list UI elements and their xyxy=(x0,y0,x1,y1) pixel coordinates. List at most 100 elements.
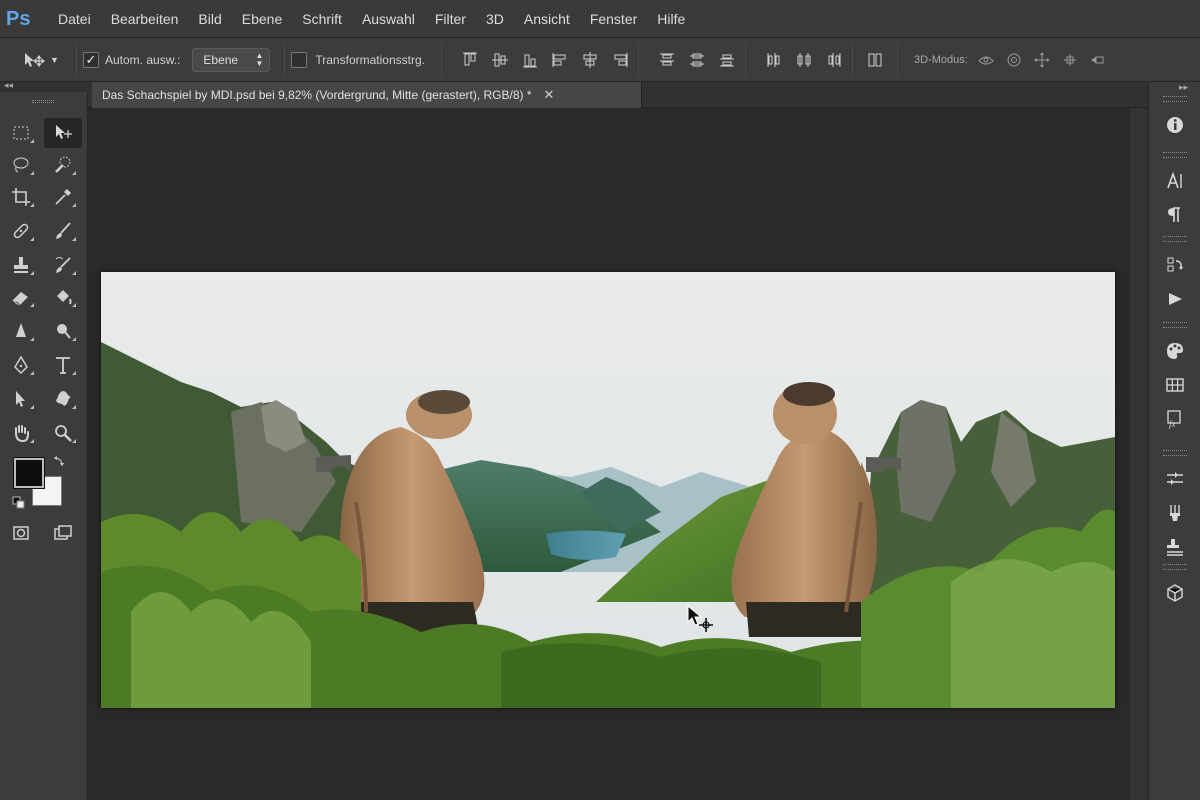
3d-scale-icon[interactable] xyxy=(1086,48,1110,72)
menu-schrift[interactable]: Schrift xyxy=(292,0,352,38)
panel-grip[interactable] xyxy=(1163,96,1187,102)
document-tab[interactable]: Das Schachspiel by MDI.psd bei 9,82% (Vo… xyxy=(92,82,642,108)
align-vcenter-icon[interactable] xyxy=(488,48,512,72)
menu-3d[interactable]: 3D xyxy=(476,0,514,38)
tool-preset-picker[interactable]: ▼ xyxy=(22,51,70,69)
styles-fx-icon[interactable]: fx xyxy=(1155,402,1195,436)
zoom-tool-icon[interactable] xyxy=(44,418,82,448)
clone-source-icon[interactable] xyxy=(1155,530,1195,564)
tools-panel xyxy=(0,92,88,800)
paragraph-icon[interactable] xyxy=(1155,198,1195,232)
align-bottom-icon[interactable] xyxy=(518,48,542,72)
svg-text:fx: fx xyxy=(1169,419,1176,429)
distribute-horizontal-buttons xyxy=(762,48,846,72)
align-right-icon[interactable] xyxy=(608,48,632,72)
panel-grip[interactable] xyxy=(1163,152,1187,158)
menu-auswahl[interactable]: Auswahl xyxy=(352,0,425,38)
swatches-grid-icon[interactable] xyxy=(1155,368,1195,402)
character-icon[interactable] xyxy=(1155,164,1195,198)
auto-select-value: Ebene xyxy=(203,52,239,67)
swap-colors-icon[interactable] xyxy=(52,454,66,468)
quick-selection-tool-icon[interactable] xyxy=(44,150,82,180)
actions-play-icon[interactable] xyxy=(1155,282,1195,316)
document-canvas[interactable] xyxy=(101,272,1115,708)
menu-bearbeiten[interactable]: Bearbeiten xyxy=(101,0,189,38)
color-palette-icon[interactable] xyxy=(1155,334,1195,368)
healing-brush-tool-icon[interactable] xyxy=(2,216,40,246)
panel-grip[interactable] xyxy=(1163,564,1187,570)
close-icon[interactable]: ✕ xyxy=(544,87,555,103)
menu-ansicht[interactable]: Ansicht xyxy=(514,0,580,38)
3d-pan-icon[interactable] xyxy=(1030,48,1054,72)
dropdown-arrow-icon: ▼ xyxy=(50,54,59,65)
3d-cube-icon[interactable] xyxy=(1155,576,1195,610)
right-panel-dock: ▸▸ fx xyxy=(1148,82,1200,800)
panel-group-info xyxy=(1155,92,1195,142)
3d-rotate-icon[interactable] xyxy=(974,48,998,72)
auto-align-icon[interactable] xyxy=(863,48,887,72)
align-top-icon[interactable] xyxy=(458,48,482,72)
custom-shape-tool-icon[interactable] xyxy=(44,384,82,414)
lasso-tool-icon[interactable] xyxy=(2,150,40,180)
menu-datei[interactable]: Datei xyxy=(48,0,101,38)
options-bar: ▼ ✓ Autom. ausw.: Ebene ▲ ▼ Transformatio… xyxy=(0,38,1200,82)
history-brush-tool-icon[interactable] xyxy=(44,250,82,280)
toolbar-grip[interactable] xyxy=(32,100,54,103)
distribute-buttons xyxy=(655,48,739,72)
crop-tool-icon[interactable] xyxy=(2,182,40,212)
photoshop-logo: Ps xyxy=(6,7,31,30)
panel-grip[interactable] xyxy=(1163,236,1187,242)
align-hcenter-icon[interactable] xyxy=(578,48,602,72)
adjustments-sliders-icon[interactable] xyxy=(1155,462,1195,496)
separator xyxy=(896,44,898,75)
history-icon[interactable] xyxy=(1155,248,1195,282)
menu-fenster[interactable]: Fenster xyxy=(580,0,647,38)
screen-mode-icon[interactable] xyxy=(44,518,82,548)
quick-mask-icon[interactable] xyxy=(2,518,40,548)
rect-marquee-tool-icon[interactable] xyxy=(2,118,40,148)
panel-grip[interactable] xyxy=(1163,450,1187,456)
menu-filter[interactable]: Filter xyxy=(425,0,476,38)
3d-slide-icon[interactable] xyxy=(1058,48,1082,72)
separator xyxy=(851,44,853,75)
brushes-icon[interactable] xyxy=(1155,496,1195,530)
foreground-color-swatch[interactable] xyxy=(13,457,45,489)
type-tool-icon[interactable] xyxy=(44,350,82,380)
distribute-bottom-icon[interactable] xyxy=(715,48,739,72)
hand-tool-icon[interactable] xyxy=(2,418,40,448)
3d-roll-icon[interactable] xyxy=(1002,48,1026,72)
distribute-right-icon[interactable] xyxy=(822,48,846,72)
brush-tool-icon[interactable] xyxy=(44,216,82,246)
eyedropper-tool-icon[interactable] xyxy=(44,182,82,212)
menu-ebene[interactable]: Ebene xyxy=(232,0,292,38)
distribute-left-icon[interactable] xyxy=(762,48,786,72)
menu-bild[interactable]: Bild xyxy=(188,0,231,38)
dodge-tool-icon[interactable] xyxy=(44,316,82,346)
auto-select-dropdown[interactable]: Ebene ▲ ▼ xyxy=(192,47,271,72)
distribute-top-icon[interactable] xyxy=(655,48,679,72)
align-left-icon[interactable] xyxy=(548,48,572,72)
auto-select-label: Autom. ausw.: xyxy=(105,52,181,67)
panel-grip[interactable] xyxy=(1163,322,1187,328)
eraser-tool-icon[interactable] xyxy=(2,282,40,312)
auto-select-checkbox[interactable]: ✓ xyxy=(83,51,99,68)
default-colors-icon[interactable] xyxy=(12,496,26,510)
menu-bar: Ps Datei Bearbeiten Bild Ebene Schrift A… xyxy=(0,0,1200,38)
pen-tool-icon[interactable] xyxy=(2,350,40,380)
move-cursor-icon xyxy=(686,604,716,634)
panel-group-swatches: fx xyxy=(1155,318,1195,436)
distribute-hcenter-icon[interactable] xyxy=(792,48,816,72)
transform-controls-label: Transformationsstrg. xyxy=(315,52,425,67)
move-tool-icon[interactable] xyxy=(44,118,82,148)
paint-bucket-tool-icon[interactable] xyxy=(44,282,82,312)
path-selection-tool-icon[interactable] xyxy=(2,384,40,414)
clone-stamp-tool-icon[interactable] xyxy=(2,250,40,280)
separator xyxy=(744,44,746,75)
toolbar-collapse-strip[interactable]: ◂◂ xyxy=(0,80,88,92)
info-icon[interactable] xyxy=(1155,108,1195,142)
transform-controls-checkbox[interactable] xyxy=(291,51,308,68)
distribute-vcenter-icon[interactable] xyxy=(685,48,709,72)
menu-hilfe[interactable]: Hilfe xyxy=(647,0,695,38)
blur-tool-icon[interactable] xyxy=(2,316,40,346)
vertical-scrollbar[interactable] xyxy=(1130,108,1148,800)
